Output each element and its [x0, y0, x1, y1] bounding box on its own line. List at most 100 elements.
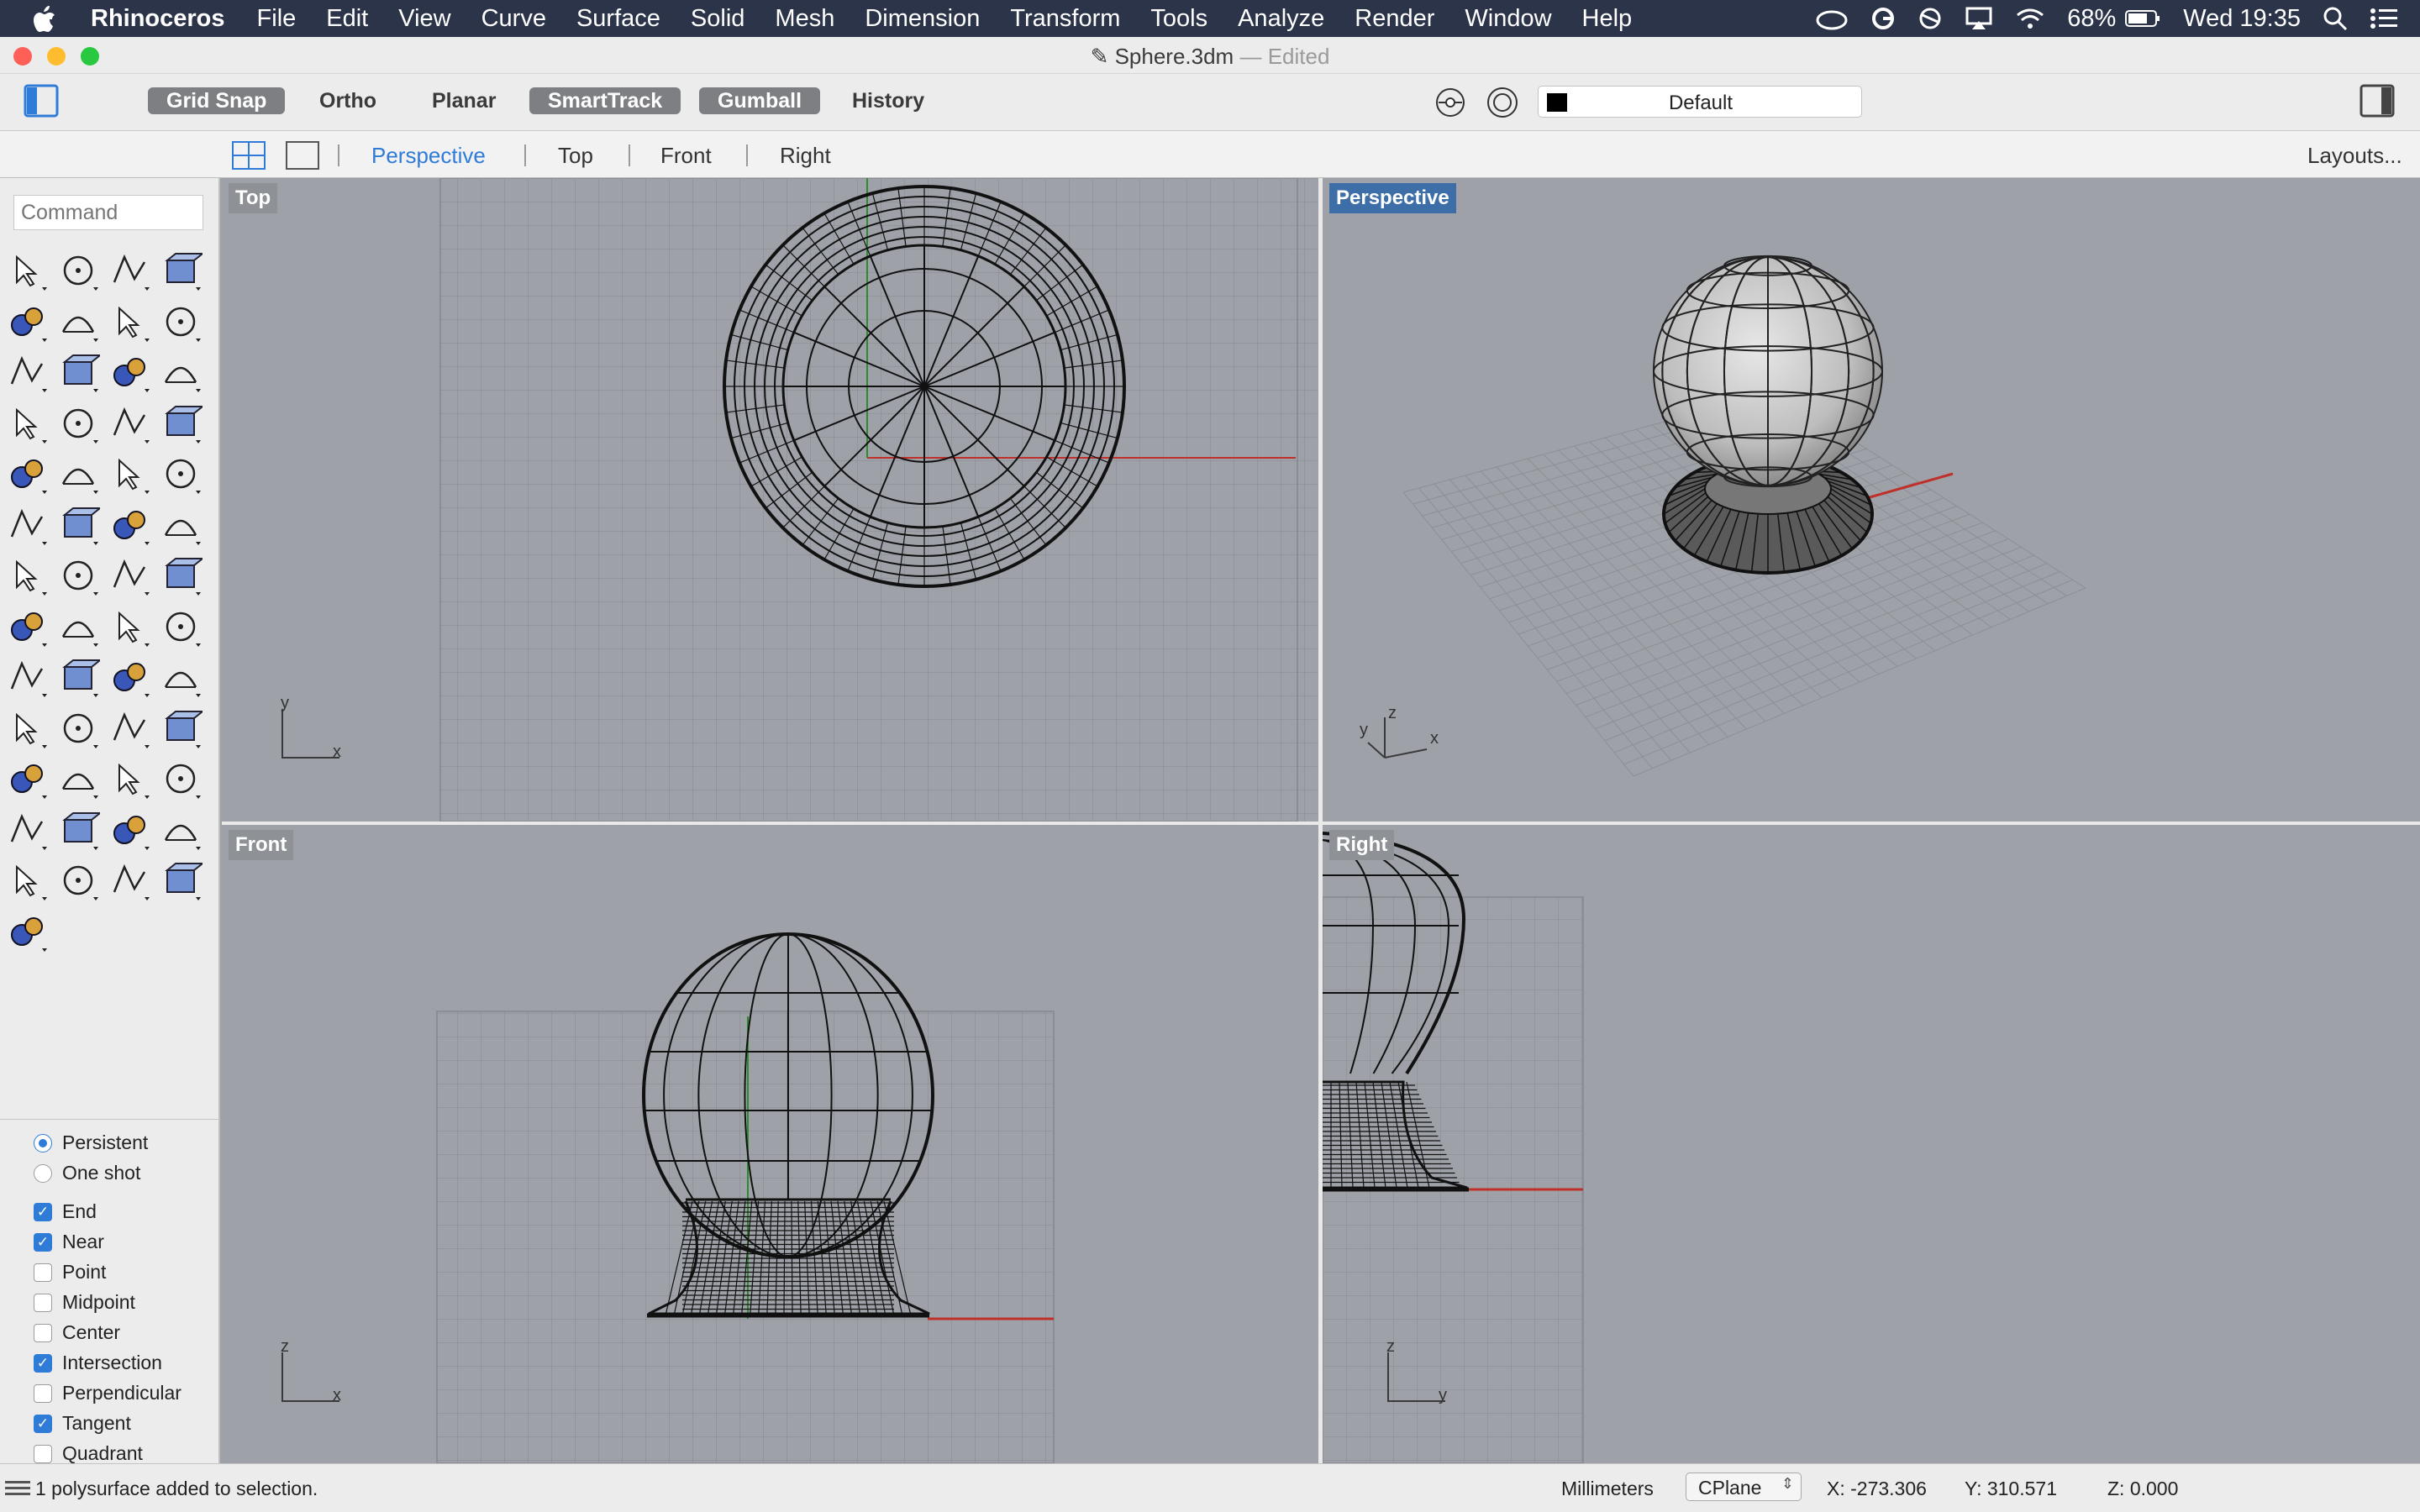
clock[interactable]: Wed 19:35	[2183, 5, 2301, 33]
checkbox[interactable]	[34, 1383, 52, 1403]
render-sphere-icon[interactable]	[108, 858, 151, 902]
dimension-icon[interactable]	[56, 605, 100, 648]
wifi-icon[interactable]	[2015, 7, 2045, 30]
surface-icon[interactable]	[108, 350, 151, 394]
panels-toggle-icon[interactable]	[2360, 84, 2395, 122]
checkbox[interactable]: ✓	[34, 1202, 52, 1221]
arc-icon[interactable]	[108, 300, 151, 344]
google-icon[interactable]	[1870, 6, 1896, 31]
tab-right[interactable]: Right	[780, 143, 831, 169]
cplane-dropdown[interactable]: CPlane ⇕	[1686, 1473, 1802, 1501]
single-viewport-icon[interactable]	[286, 141, 319, 174]
transform-icon[interactable]	[108, 554, 151, 597]
radio-button[interactable]	[34, 1133, 52, 1152]
sweep-icon[interactable]	[159, 350, 203, 394]
gumball-toggle[interactable]: Gumball	[699, 87, 821, 114]
viewport-front[interactable]: Front z x	[222, 825, 1319, 1463]
snap-midpoint[interactable]: Midpoint	[34, 1291, 135, 1314]
units-label[interactable]: Millimeters	[1561, 1478, 1654, 1500]
box-icon[interactable]	[5, 402, 49, 445]
menu-curve[interactable]: Curve	[481, 5, 546, 33]
viewport-label-perspective[interactable]: Perspective	[1329, 183, 1456, 213]
snap-icon[interactable]	[159, 757, 203, 801]
checkbox[interactable]: ✓	[34, 1353, 52, 1373]
checkbox[interactable]	[34, 1444, 52, 1463]
menu-analyze[interactable]: Analyze	[1238, 5, 1324, 33]
airplay-icon[interactable]	[1965, 6, 1993, 31]
zoom-window-icon[interactable]	[56, 706, 100, 750]
viewport-label-right[interactable]: Right	[1329, 830, 1395, 860]
current-layer-dropdown[interactable]: Default	[1538, 86, 1862, 118]
zoom-all-icon[interactable]	[108, 706, 151, 750]
scale-icon[interactable]	[56, 554, 100, 597]
menu-dimension[interactable]: Dimension	[865, 5, 980, 33]
planar-toggle[interactable]: Planar	[413, 87, 514, 114]
color-wheel-icon[interactable]	[159, 808, 203, 852]
lock-icon[interactable]	[56, 808, 103, 852]
circle-icon[interactable]	[1918, 6, 1943, 31]
viewport-right[interactable]: Right z y	[1323, 825, 2420, 1463]
explode-icon[interactable]	[5, 452, 49, 496]
snap-end[interactable]: ✓ End	[34, 1200, 97, 1223]
checkbox[interactable]: ✓	[34, 1414, 52, 1433]
layer-icon[interactable]	[108, 808, 151, 852]
array-icon[interactable]	[108, 605, 151, 648]
offset-curve-icon[interactable]	[108, 503, 151, 547]
target-icon[interactable]	[1486, 86, 1519, 123]
polygon-icon[interactable]	[5, 350, 49, 394]
zoom-selected-icon[interactable]	[159, 706, 205, 750]
mesh-icon[interactable]	[108, 655, 151, 699]
command-input[interactable]	[13, 195, 203, 230]
point-icon[interactable]	[56, 249, 100, 292]
checkbox[interactable]	[34, 1263, 52, 1282]
snap-perpendicular[interactable]: Perpendicular	[34, 1382, 182, 1404]
menu-file[interactable]: File	[257, 5, 297, 33]
viewport-divider-horizontal[interactable]	[222, 822, 2420, 825]
notification-center-icon[interactable]	[2370, 7, 2398, 30]
snap-quadrant[interactable]: Quadrant	[34, 1442, 143, 1465]
cloud-icon[interactable]	[1815, 7, 1849, 30]
menu-transform[interactable]: Transform	[1010, 5, 1120, 33]
grid-snap-toggle[interactable]: Grid Snap	[148, 87, 286, 114]
plane-surface-icon[interactable]	[159, 402, 205, 445]
record-history-icon[interactable]	[1434, 86, 1467, 123]
ortho-toggle[interactable]: Ortho	[301, 87, 395, 114]
solid-union-icon[interactable]	[56, 402, 100, 445]
menu-tools[interactable]: Tools	[1150, 5, 1207, 33]
group-icon[interactable]	[5, 503, 49, 547]
smarttrack-toggle[interactable]: SmartTrack	[529, 87, 681, 114]
trim-icon[interactable]	[108, 452, 151, 496]
command-history-icon[interactable]	[5, 1479, 34, 1503]
tab-front[interactable]: Front	[660, 143, 712, 169]
search-icon[interactable]	[2323, 6, 2348, 31]
curve-icon[interactable]	[159, 249, 205, 292]
menu-view[interactable]: View	[398, 5, 450, 33]
gumball-icon[interactable]	[5, 910, 49, 953]
viewport-perspective[interactable]: Perspective z y x	[1323, 178, 2420, 822]
history-toggle[interactable]: History	[834, 87, 943, 114]
sidebar-toggle-icon[interactable]	[24, 84, 59, 122]
check-icon[interactable]	[56, 655, 103, 699]
globe-icon[interactable]	[56, 858, 100, 902]
rotate-view-icon[interactable]	[5, 757, 49, 801]
select-arrow-icon[interactable]	[5, 249, 49, 292]
block-icon[interactable]	[5, 605, 49, 648]
menu-mesh[interactable]: Mesh	[775, 5, 834, 33]
rectangle-icon[interactable]	[159, 300, 203, 344]
layouts-button[interactable]: Layouts...	[2307, 143, 2402, 169]
snap-center[interactable]: Center	[34, 1321, 120, 1344]
light-icon[interactable]	[5, 808, 49, 852]
four-viewports-icon[interactable]	[232, 141, 266, 174]
app-name[interactable]: Rhinoceros	[91, 5, 225, 33]
viewport-label-top[interactable]: Top	[229, 183, 278, 213]
snap-point[interactable]: Point	[34, 1261, 106, 1284]
apple-icon[interactable]	[32, 4, 69, 33]
split-icon[interactable]	[56, 452, 100, 496]
snap-intersection[interactable]: ✓ Intersection	[34, 1352, 162, 1374]
viewport-label-front[interactable]: Front	[229, 830, 294, 860]
circle-icon[interactable]	[5, 300, 49, 344]
zoom-extents-icon[interactable]	[5, 706, 49, 750]
viewport-divider-vertical[interactable]	[1318, 178, 1323, 1463]
checkbox[interactable]: ✓	[34, 1232, 52, 1252]
connect-icon[interactable]	[56, 503, 103, 547]
